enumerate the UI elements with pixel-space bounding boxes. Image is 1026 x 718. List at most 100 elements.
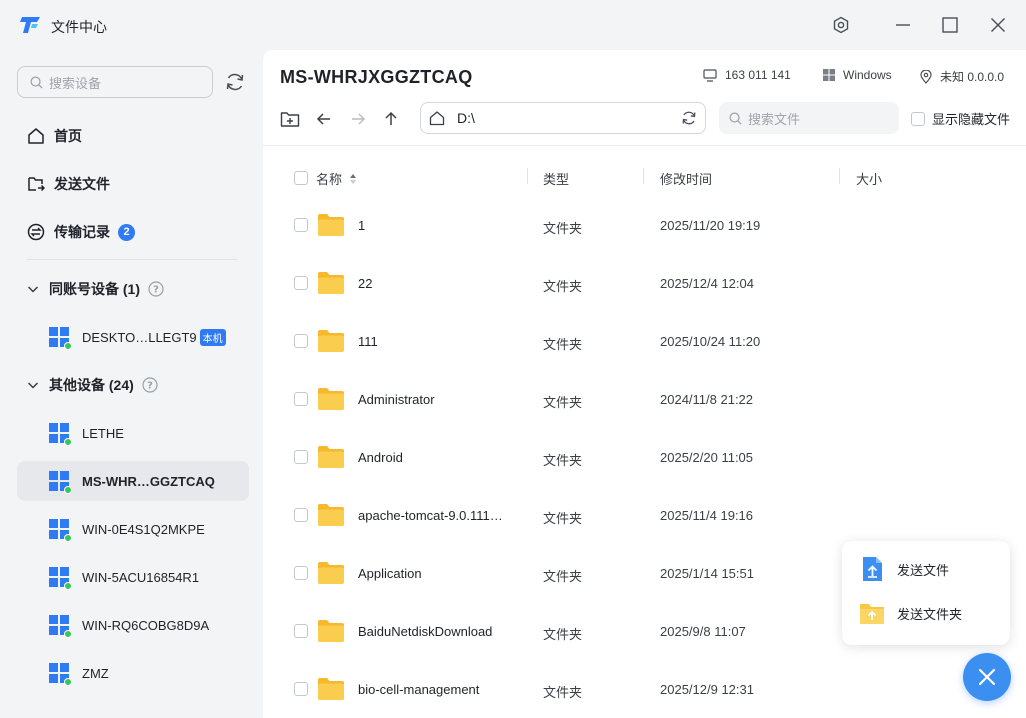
file-row[interactable]: Administrator 文件夹 2024/11/8 21:22 — [263, 371, 1026, 429]
device-location-text: 未知 0.0.0.0 — [940, 70, 1005, 84]
sidebar: 搜索设备 首页 发送文件 传输记录 2 同账号设备 (1) ? DESKTO…L… — [0, 50, 263, 718]
windows-icon — [49, 663, 72, 686]
group-other-devices-label: 其他设备 (24) — [49, 377, 134, 393]
minimize-button[interactable] — [890, 12, 916, 38]
online-status-dot — [64, 582, 72, 590]
device-search-input[interactable]: 搜索设备 — [17, 66, 213, 98]
new-folder-button[interactable] — [279, 108, 301, 130]
forward-button[interactable] — [347, 108, 369, 130]
help-icon[interactable]: ? — [148, 281, 164, 297]
send-file-menu-item[interactable]: 发送文件 — [858, 555, 949, 583]
transfer-icon — [27, 223, 45, 241]
refresh-devices-button[interactable] — [224, 71, 246, 93]
back-button[interactable] — [313, 108, 335, 130]
file-row[interactable]: bio-cell-management 文件夹 2025/12/9 12:31 — [263, 661, 1026, 718]
column-divider[interactable] — [839, 168, 840, 184]
row-checkbox[interactable] — [294, 334, 308, 348]
nav-transfer-records[interactable]: 传输记录 2 — [17, 212, 247, 252]
group-other-devices[interactable]: 其他设备 (24) ? — [27, 373, 158, 397]
up-button[interactable] — [380, 108, 402, 130]
folder-icon — [318, 388, 344, 410]
file-row[interactable]: Android 文件夹 2025/2/20 11:05 — [263, 429, 1026, 487]
row-checkbox[interactable] — [294, 450, 308, 464]
device-item[interactable]: WIN-5ACU16854R1 — [17, 557, 249, 597]
minimize-icon — [896, 24, 910, 26]
file-type: 文件夹 — [543, 569, 583, 584]
device-item[interactable]: WIN-0E4S1Q2MKPE — [17, 509, 249, 549]
nav-send-file[interactable]: 发送文件 — [17, 164, 247, 204]
row-checkbox[interactable] — [294, 392, 308, 406]
path-bar[interactable]: D:\ — [420, 102, 706, 134]
sidebar-divider — [27, 259, 237, 260]
column-header-type[interactable]: 类型 — [543, 169, 569, 188]
file-name: Application — [358, 566, 422, 581]
device-name: LETHE — [82, 425, 124, 441]
file-name: apache-tomcat-9.0.111… — [358, 508, 503, 523]
file-row[interactable]: 111 文件夹 2025/10/24 11:20 — [263, 313, 1026, 371]
current-path: D:\ — [457, 110, 475, 126]
svg-text:?: ? — [153, 285, 159, 296]
maximize-button[interactable] — [937, 12, 963, 38]
row-checkbox[interactable] — [294, 508, 308, 522]
device-item[interactable]: WIN-RQ6COBG8D9A — [17, 605, 249, 645]
show-hidden-label: 显示隐藏文件 — [932, 112, 1011, 127]
column-size-label: 大小 — [856, 172, 883, 187]
file-row[interactable]: 22 文件夹 2025/12/4 12:04 — [263, 255, 1026, 313]
device-name: WIN-5ACU16854R1 — [82, 569, 200, 585]
settings-button[interactable] — [828, 12, 854, 38]
row-checkbox[interactable] — [294, 682, 308, 696]
show-hidden-checkbox[interactable] — [911, 111, 925, 126]
refresh-icon[interactable] — [681, 110, 697, 126]
arrow-up-icon — [385, 111, 397, 125]
column-divider[interactable] — [643, 168, 644, 184]
monitor-icon — [703, 68, 717, 82]
device-title: MS-WHRJXGGZTCAQ — [280, 67, 473, 87]
file-type: 文件夹 — [543, 685, 583, 700]
nav-home[interactable]: 首页 — [17, 116, 247, 156]
send-file-icon — [28, 177, 45, 192]
device-name: ZMZ — [82, 665, 109, 681]
refresh-icon — [226, 73, 244, 91]
folder-icon — [318, 272, 344, 294]
folder-icon — [318, 562, 344, 584]
row-checkbox[interactable] — [294, 566, 308, 580]
device-name: MS-WHR…GGZTCAQ — [82, 473, 215, 489]
online-status-dot — [64, 438, 72, 446]
send-folder-menu-item[interactable]: 发送文件夹 — [858, 599, 962, 627]
file-modified-time: 2025/9/8 11:07 — [660, 624, 746, 639]
help-icon[interactable]: ? — [142, 377, 158, 393]
file-row[interactable]: 1 文件夹 2025/11/20 19:19 — [263, 197, 1026, 255]
app-title: 文件中心 — [51, 19, 107, 35]
device-search-placeholder: 搜索设备 — [49, 75, 102, 91]
windows-icon — [49, 519, 72, 542]
group-same-account[interactable]: 同账号设备 (1) ? — [27, 277, 164, 301]
close-button[interactable] — [985, 12, 1011, 38]
column-divider[interactable] — [527, 168, 528, 184]
column-header-name[interactable]: 名称 — [316, 169, 358, 188]
device-id: 163 011 141 — [703, 68, 791, 82]
home-icon — [429, 111, 445, 126]
show-hidden-files-toggle[interactable]: 显示隐藏文件 — [911, 109, 1010, 128]
file-type: 文件夹 — [543, 453, 583, 468]
arrow-right-icon — [352, 113, 366, 125]
device-item[interactable]: MS-WHR…GGZTCAQ — [17, 461, 249, 501]
file-row[interactable]: apache-tomcat-9.0.111… 文件夹 2025/11/4 19:16 — [263, 487, 1026, 545]
windows-icon — [823, 69, 835, 81]
chevron-down-icon — [27, 286, 39, 293]
maximize-icon — [942, 17, 958, 33]
device-item[interactable]: ZMZ — [17, 653, 249, 693]
column-header-mtime[interactable]: 修改时间 — [660, 169, 712, 188]
select-all-checkbox[interactable] — [294, 171, 308, 185]
device-item[interactable]: LETHE — [17, 413, 249, 453]
row-checkbox[interactable] — [294, 218, 308, 232]
title-bar: 文件中心 — [0, 0, 1026, 50]
folder-icon — [318, 620, 344, 642]
close-send-menu-button[interactable] — [963, 653, 1011, 701]
windows-icon — [49, 471, 72, 494]
row-checkbox[interactable] — [294, 624, 308, 638]
column-header-size[interactable]: 大小 — [856, 169, 882, 188]
file-search-input[interactable]: 搜索文件 — [719, 102, 899, 134]
device-item-local[interactable]: DESKTO…LLEGT9 本机 — [17, 317, 249, 357]
row-checkbox[interactable] — [294, 276, 308, 290]
file-type: 文件夹 — [543, 279, 583, 294]
